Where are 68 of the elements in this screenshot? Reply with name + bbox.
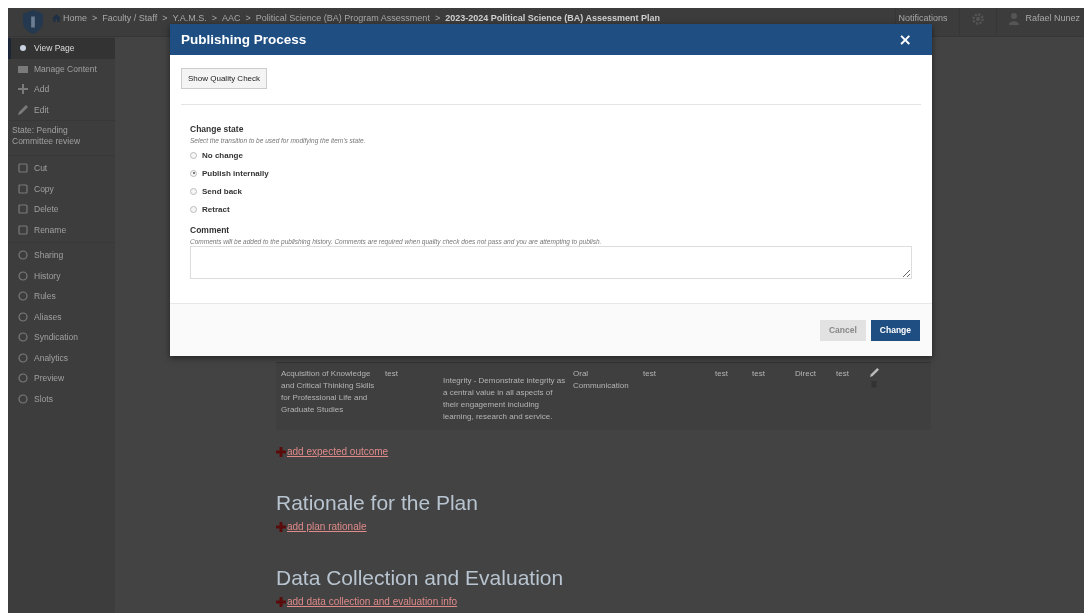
sidebar-item[interactable]: Rename [8, 219, 115, 240]
cancel-button[interactable]: Cancel [819, 319, 866, 341]
radio-label[interactable]: Publish internally [202, 168, 269, 178]
table-cell-text: Oral Communication [572, 368, 630, 392]
radio-label[interactable]: No change [202, 150, 243, 160]
pencil-icon[interactable] [870, 368, 879, 377]
dialog-title: Publishing Process [181, 32, 307, 47]
sidebar-item[interactable]: Preview [8, 368, 115, 389]
plus-icon [276, 521, 286, 532]
home-icon[interactable] [52, 14, 61, 22]
comment-field[interactable] [190, 246, 912, 279]
sidebar-item[interactable]: Cut [8, 158, 115, 179]
breadcrumb-separator: > [92, 13, 98, 23]
breadcrumb-link[interactable]: Y.A.M.S. [172, 13, 207, 23]
table-cell-text: test [714, 368, 729, 380]
table-cell-text: Acquisition of Knowledge and Critical Thinking Skills for Professional Life and Graduate Studies [280, 368, 376, 416]
breadcrumb-separator: > [245, 13, 251, 23]
sidebar-item[interactable]: Copy [8, 178, 115, 199]
breadcrumb-link[interactable]: Home [63, 13, 87, 23]
sidebar-item[interactable]: Aliases [8, 306, 115, 327]
sidebar-item[interactable]: Slots [8, 388, 115, 409]
change-state-label: Change state [190, 124, 245, 134]
sidebar-item[interactable]: Rules [8, 286, 115, 307]
user-name[interactable]: Rafael Nunez [1025, 13, 1080, 23]
sidebar-item[interactable]: Edit [8, 99, 115, 120]
plus-icon [276, 446, 286, 457]
breadcrumb-separator: > [434, 13, 441, 23]
breadcrumb-separator: > [211, 13, 218, 23]
sidebar-item[interactable]: History [8, 265, 115, 286]
radio-button[interactable] [190, 151, 197, 159]
breadcrumb-separator: > [162, 13, 168, 23]
plus-icon [18, 84, 28, 95]
sidebar-item[interactable]: Sharing [8, 245, 115, 266]
sidebar-item[interactable]: Add [8, 79, 115, 100]
sidebar-item[interactable]: Syndication [8, 327, 115, 348]
comment-label: Comment [190, 225, 231, 235]
sidebar-item[interactable]: Manage Content [8, 58, 115, 79]
section-heading: Data Collection and Evaluation [276, 566, 565, 590]
shield-logo-icon[interactable] [22, 9, 44, 35]
table-cell-text: Integrity - Demonstrate integrity as a central value in all aspects of their engagement including learning, research and service. [442, 375, 567, 423]
table-cell-text: test [751, 368, 766, 380]
add-link[interactable]: add data collection and evaluation info [276, 596, 1084, 607]
radio-button[interactable] [190, 187, 197, 195]
radio-label[interactable]: Retract [202, 204, 230, 214]
breadcrumb-link[interactable]: AAC [222, 13, 241, 23]
table-cell-text: test [835, 368, 850, 380]
breadcrumb-link[interactable]: Political Science (BA) Program Assessment [255, 13, 430, 23]
radio-button[interactable] [190, 205, 197, 213]
show-quality-check-button[interactable]: Show Quality Check [181, 68, 268, 89]
table-cell-text: Direct [794, 368, 817, 380]
settings-icon[interactable] [972, 13, 985, 25]
user-icon [1009, 13, 1020, 25]
table-cell-text: test [384, 368, 399, 380]
sidebar-item[interactable]: View Page [8, 38, 115, 59]
plus-icon [276, 596, 286, 607]
folder-icon [18, 63, 28, 74]
sidebar-item[interactable]: Delete [8, 199, 115, 220]
add-link[interactable]: add plan rationale [276, 521, 1084, 532]
breadcrumb-link[interactable]: Faculty / Staff [102, 13, 158, 23]
radio-button[interactable] [190, 169, 197, 177]
add-link[interactable]: add expected outcome [276, 446, 1084, 457]
radio-label[interactable]: Send back [202, 186, 242, 196]
pencil-icon [18, 104, 28, 115]
workflow-state: State: Pending Committee review [8, 120, 115, 155]
table-cell-text: test [642, 368, 657, 380]
sidebar-item[interactable]: Analytics [8, 347, 115, 368]
section-heading: Rationale for the Plan [276, 491, 479, 515]
change-button[interactable]: Change [870, 319, 920, 341]
